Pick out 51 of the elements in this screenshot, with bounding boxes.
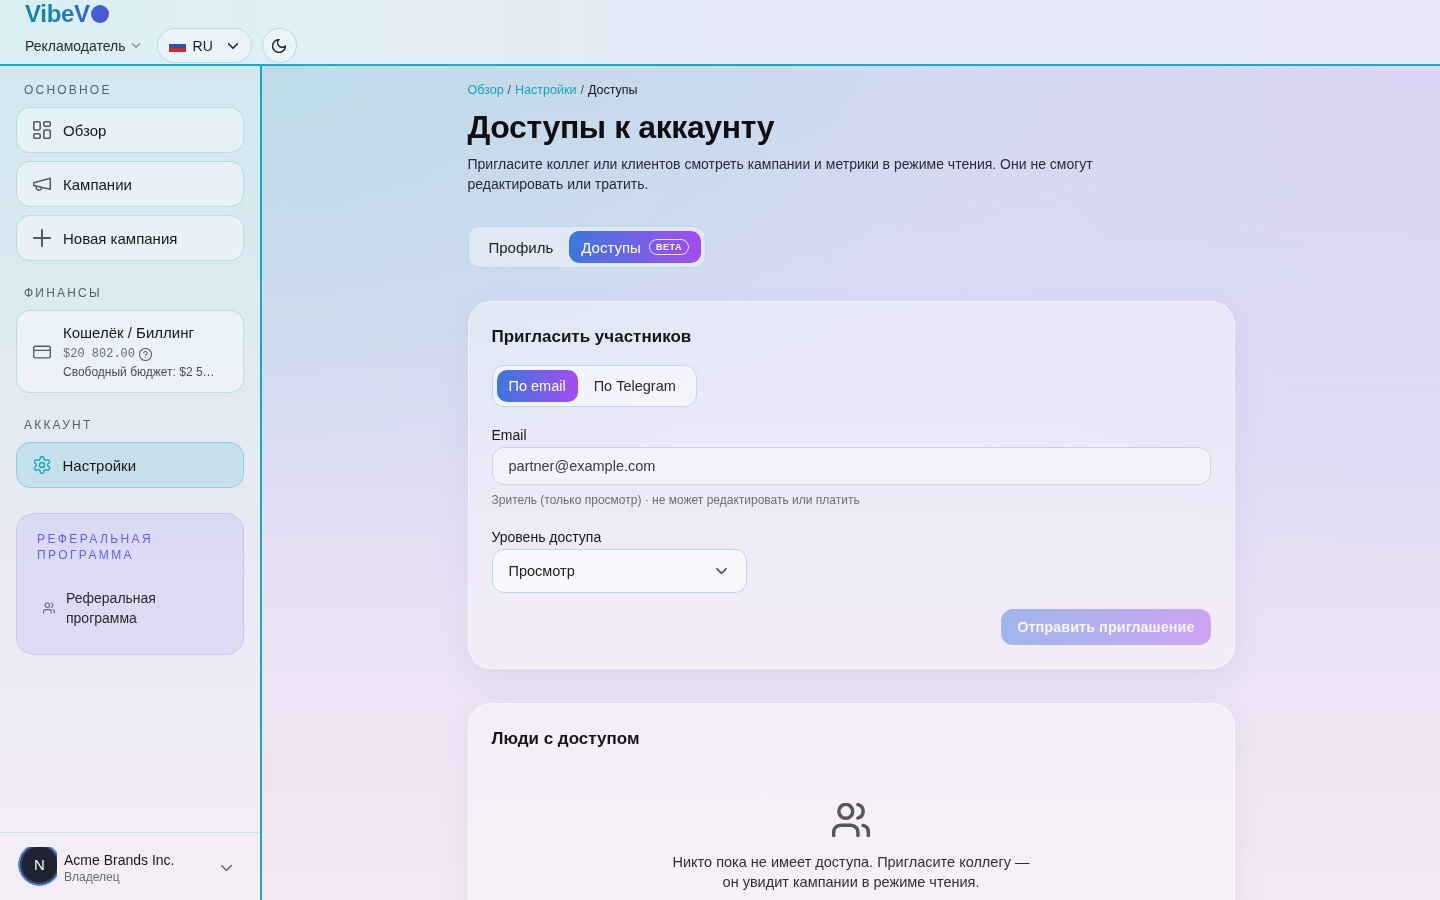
- field-label: Уровень доступа: [491, 529, 603, 545]
- nav-item[interactable]: Новая кампания: [16, 215, 244, 261]
- method-tab[interactable]: По email: [496, 370, 578, 402]
- role-menu[interactable]: Рекламодатель: [25, 37, 140, 54]
- account-name: Acme Brands Inc.: [64, 850, 176, 869]
- page-title: Доступы к аккаунту: [467, 108, 776, 146]
- theme-toggle[interactable]: [261, 28, 297, 63]
- moon-icon: [272, 38, 287, 53]
- page-description: Пригласите коллег или клиентов смотреть кампании и метрики в режиме чтения. Они не смогут редактировать или тратить.: [467, 155, 1094, 194]
- users-icon: [832, 803, 870, 837]
- referral-title: РЕФЕРАЛЬНАЯ ПРОГРАММА: [37, 531, 155, 563]
- credit-card-icon: [33, 342, 51, 361]
- breadcrumb-separator: /: [507, 82, 512, 98]
- chevron-down-icon: [131, 43, 140, 48]
- empty-state-message: Никто пока не имеет доступа. Пригласите коллегу — он увидит кампании в режиме чтения.: [671, 853, 1031, 892]
- chevron-down-icon: [221, 864, 232, 871]
- wallet-card[interactable]: Кошелёк / Биллинг $20 802.00 Свободный бюджет: $2 5…: [16, 310, 244, 393]
- logo-dot-icon: [90, 5, 109, 23]
- avatar: N: [15, 846, 57, 889]
- budget-note: Свободный бюджет: $2 5…: [63, 364, 215, 380]
- card-title: Пригласить участников: [491, 326, 693, 348]
- settings-icon: [32, 456, 51, 474]
- chevron-down-icon: [227, 42, 238, 49]
- access-level-select[interactable]: Просмотр: [491, 549, 747, 593]
- language-select[interactable]: RU: [156, 28, 252, 63]
- nav-item[interactable]: Кампании: [16, 161, 244, 207]
- tab[interactable]: Профиль: [472, 231, 570, 263]
- breadcrumb-separator: /: [580, 82, 584, 98]
- breadcrumb-current: Доступы: [587, 82, 638, 98]
- megaphone-icon: [33, 175, 51, 193]
- account-role: Владелец: [64, 868, 121, 885]
- tab[interactable]: Доступы BETA: [569, 231, 702, 263]
- nav-item[interactable]: Обзор: [16, 107, 244, 153]
- section-title: ФИНАНСЫ: [24, 286, 103, 300]
- grid-icon: [33, 121, 51, 139]
- method-tab[interactable]: По Telegram: [577, 370, 692, 402]
- wallet-balance: $20 802.00: [63, 346, 135, 362]
- plus-icon: [33, 229, 51, 247]
- field-label: Email: [491, 427, 528, 443]
- referral-link[interactable]: Реферальная программа: [37, 588, 223, 628]
- nav-item[interactable]: Настройки: [16, 442, 244, 488]
- card-title: Люди с доступом: [491, 728, 641, 750]
- flag-icon: [168, 39, 186, 52]
- email-field[interactable]: partner@example.com: [491, 447, 1211, 485]
- field-hint: Зритель (только просмотр) · не может редактировать или платить: [491, 493, 861, 507]
- section-title: ОСНОВНОЕ: [24, 83, 113, 97]
- help-icon: [139, 347, 152, 361]
- chevron-down-icon: [715, 568, 727, 574]
- section-title: АККАУНТ: [24, 418, 94, 432]
- wallet-title: Кошелёк / Биллинг: [63, 323, 195, 343]
- users-icon: [43, 602, 55, 614]
